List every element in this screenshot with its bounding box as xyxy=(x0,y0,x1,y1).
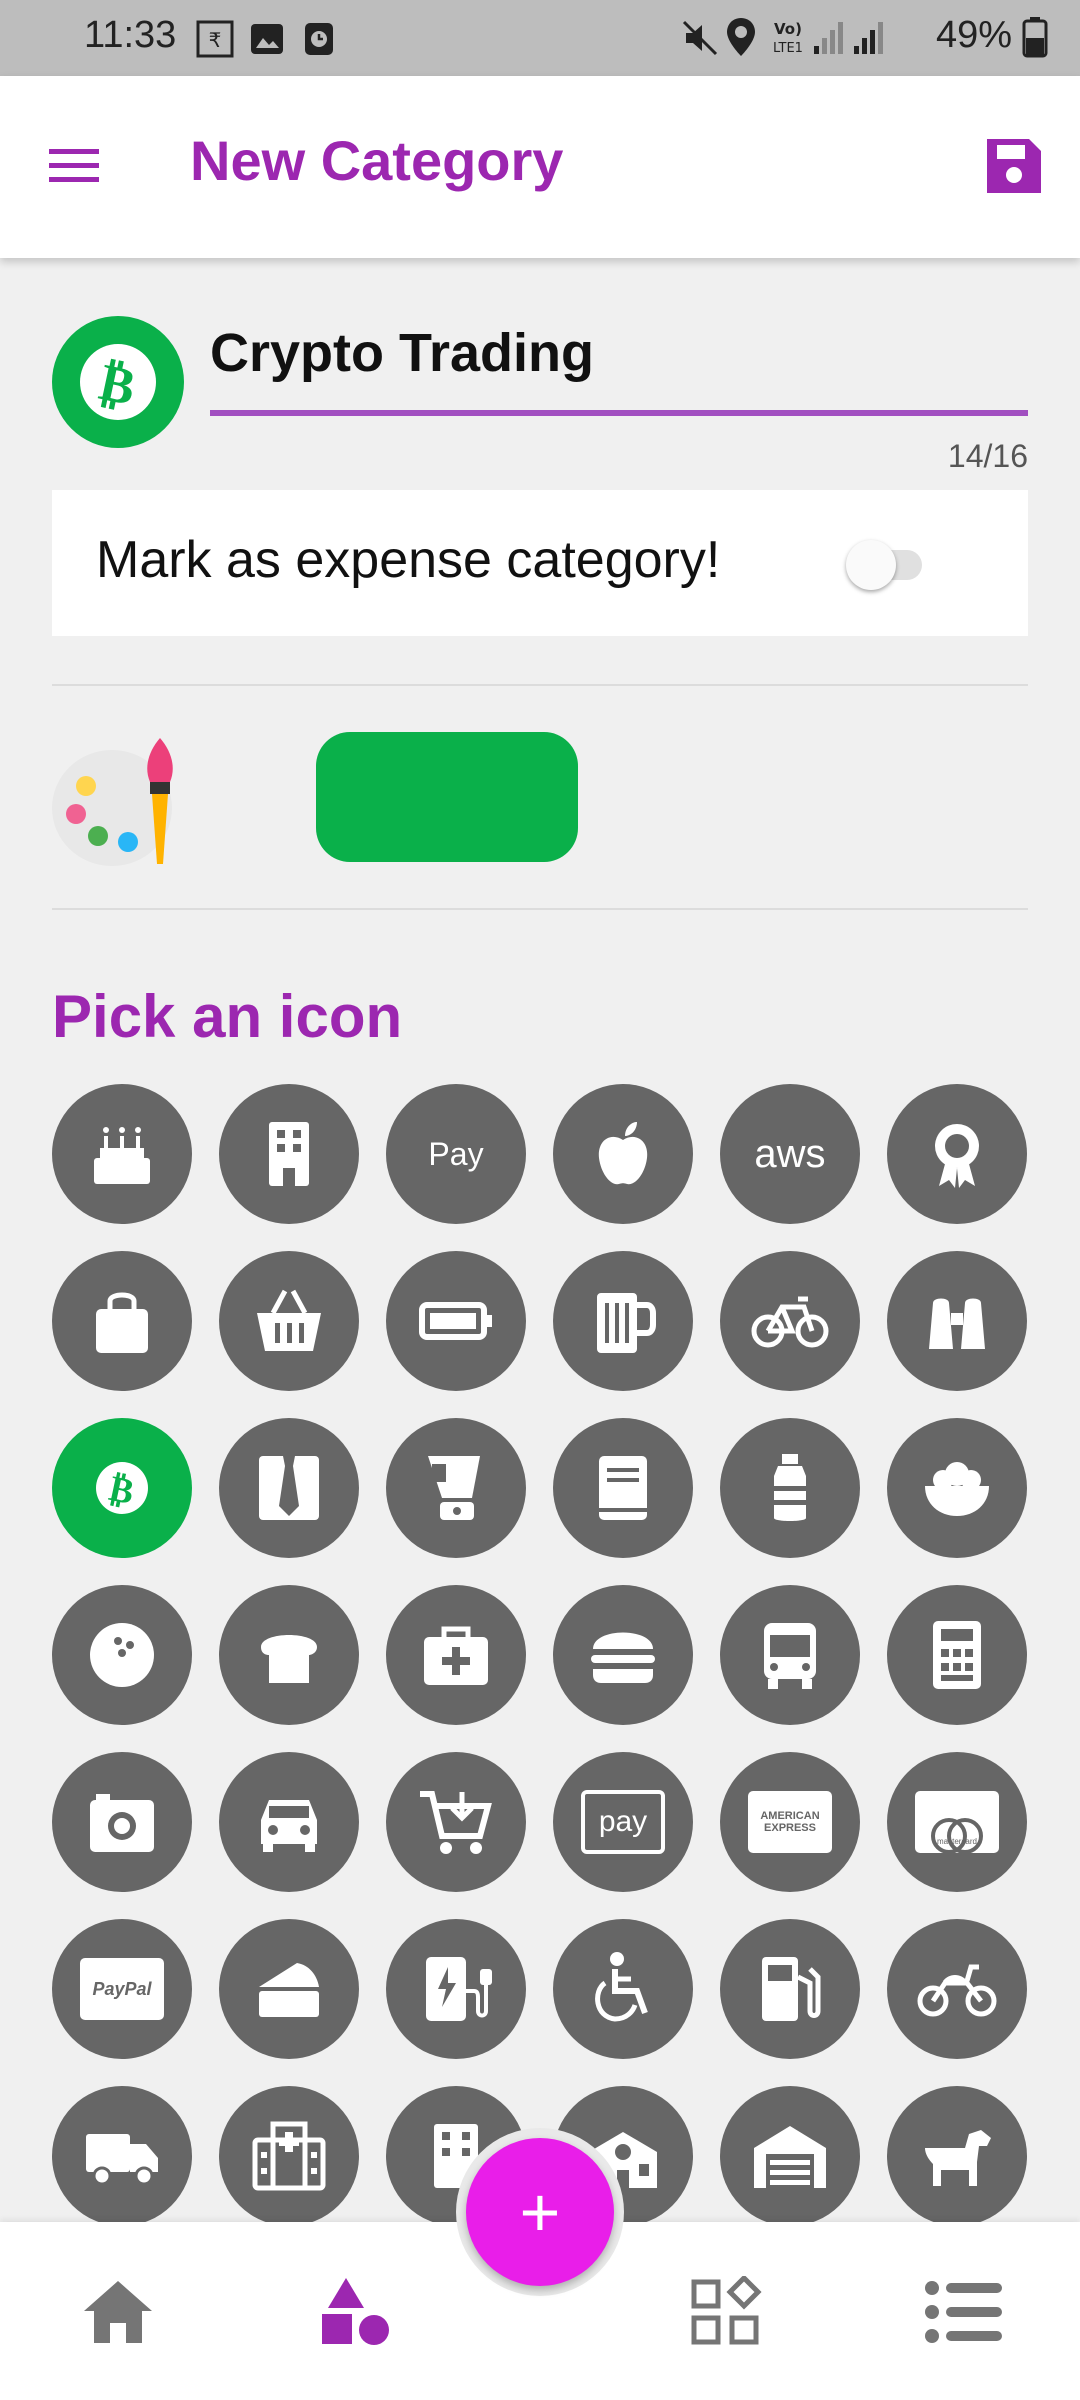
volte-icon: Vo) LTE1 xyxy=(773,20,803,56)
nav-dashboard[interactable] xyxy=(676,2262,776,2362)
signal-icon-2 xyxy=(854,22,883,54)
mastercard-icon[interactable]: mastercard xyxy=(887,1752,1027,1892)
divider xyxy=(52,908,1028,910)
menu-button[interactable] xyxy=(36,128,112,204)
binoculars-icon[interactable] xyxy=(887,1251,1027,1391)
rupee-icon: ₹ xyxy=(196,20,234,58)
status-bar: 11:33 ₹ Vo) LTE1 49% xyxy=(0,0,1080,76)
clock-icon xyxy=(305,23,333,55)
motorcycle-icon[interactable] xyxy=(887,1919,1027,2059)
building-icon[interactable] xyxy=(219,1084,359,1224)
bicycle-icon[interactable] xyxy=(720,1251,860,1391)
garage-icon[interactable] xyxy=(720,2086,860,2222)
charging-station-icon[interactable] xyxy=(386,1919,526,2059)
character-counter: 14/16 xyxy=(947,438,1028,474)
list-icon xyxy=(925,2281,1002,2343)
icon-grid: Pay aws ₿ pay AMERICAN EXPRESS mastercar… xyxy=(52,1084,1032,2222)
book-icon[interactable] xyxy=(553,1418,693,1558)
home-icon xyxy=(84,2281,152,2343)
bitcoin-icon: ₿ xyxy=(80,344,156,420)
status-notification-icons: ₹ xyxy=(196,20,338,58)
grid-icon xyxy=(691,2276,762,2345)
gas-pump-icon[interactable] xyxy=(720,1919,860,2059)
bitcoin-icon[interactable]: ₿ xyxy=(52,1418,192,1558)
amex-label: AMERICAN EXPRESS xyxy=(760,1810,820,1834)
signal-icon xyxy=(814,22,843,54)
amazon-pay-card: pay xyxy=(581,1790,665,1854)
blender-icon[interactable] xyxy=(386,1418,526,1558)
mute-icon xyxy=(682,20,718,56)
page-title: New Category xyxy=(190,129,564,192)
menu-icon xyxy=(49,149,99,182)
paypal-card: PayPal xyxy=(80,1958,164,2020)
truck-icon[interactable] xyxy=(52,2086,192,2222)
apple-icon[interactable] xyxy=(553,1084,693,1224)
shopping-basket-icon[interactable] xyxy=(219,1251,359,1391)
pick-icon-heading: Pick an icon xyxy=(52,983,403,1050)
nav-categories[interactable] xyxy=(304,2262,404,2362)
battery-icon xyxy=(1022,17,1048,58)
category-form: ₿ Crypto Trading 14/16 Mark as expense c… xyxy=(0,262,1080,2222)
name-input-underline xyxy=(210,410,1028,416)
gallery-icon xyxy=(251,24,283,54)
camera-icon[interactable] xyxy=(52,1752,192,1892)
bowling-ball-icon[interactable] xyxy=(52,1585,192,1725)
category-name-input[interactable]: Crypto Trading xyxy=(210,322,594,384)
save-icon xyxy=(987,139,1041,193)
status-time: 11:33 xyxy=(84,14,177,56)
svg-text:₹: ₹ xyxy=(209,28,222,52)
app-bar: New Category xyxy=(0,76,1080,258)
wheelchair-icon[interactable] xyxy=(553,1919,693,2059)
mastercard-card: mastercard xyxy=(915,1791,999,1854)
shopping-bag-icon[interactable] xyxy=(52,1251,192,1391)
switch-thumb xyxy=(846,540,896,590)
paypal-icon[interactable]: PayPal xyxy=(52,1919,192,2059)
nav-home[interactable] xyxy=(68,2262,168,2362)
save-button[interactable] xyxy=(978,130,1050,202)
apple-pay-icon[interactable]: Pay xyxy=(386,1084,526,1224)
cheese-icon[interactable] xyxy=(219,1919,359,2059)
aws-icon[interactable]: aws xyxy=(720,1084,860,1224)
shapes-icon xyxy=(322,2278,389,2345)
first-aid-kit-icon[interactable] xyxy=(386,1585,526,1725)
apple-pay-label: Pay xyxy=(428,1135,484,1172)
amex-card: AMERICAN EXPRESS xyxy=(748,1791,832,1853)
divider xyxy=(52,684,1028,686)
car-icon[interactable] xyxy=(219,1752,359,1892)
beer-mug-icon[interactable] xyxy=(553,1251,693,1391)
plus-icon: + xyxy=(519,2173,561,2251)
hamburger-icon[interactable] xyxy=(553,1585,693,1725)
birthday-cake-icon[interactable] xyxy=(52,1084,192,1224)
cart-download-icon[interactable] xyxy=(386,1752,526,1892)
amazon-pay-icon[interactable]: pay xyxy=(553,1752,693,1892)
category-icon-preview[interactable]: ₿ xyxy=(52,316,184,448)
bowl-icon[interactable] xyxy=(887,1418,1027,1558)
paypal-label: PayPal xyxy=(92,1978,152,1999)
selected-color-swatch[interactable] xyxy=(316,732,578,862)
dog-icon[interactable] xyxy=(887,2086,1027,2222)
color-picker-button[interactable] xyxy=(52,728,192,868)
battery-icon[interactable] xyxy=(386,1251,526,1391)
american-express-icon[interactable]: AMERICAN EXPRESS xyxy=(720,1752,860,1892)
expense-toggle-label: Mark as expense category! xyxy=(96,531,721,589)
battery-percent: 49% xyxy=(935,14,1012,56)
svg-text:LTE1: LTE1 xyxy=(773,41,803,56)
nav-list[interactable] xyxy=(914,2262,1014,2362)
calculator-icon[interactable] xyxy=(887,1585,1027,1725)
award-icon[interactable] xyxy=(887,1084,1027,1224)
bottle-icon[interactable] xyxy=(720,1418,860,1558)
hospital-icon[interactable] xyxy=(219,2086,359,2222)
bus-icon[interactable] xyxy=(720,1585,860,1725)
expense-toggle-row[interactable]: Mark as expense category! xyxy=(52,490,1028,636)
tie-icon[interactable] xyxy=(219,1418,359,1558)
amazon-pay-label: pay xyxy=(598,1805,648,1838)
location-icon xyxy=(727,18,755,56)
aws-label: aws xyxy=(754,1131,826,1176)
palette-brush-icon xyxy=(52,738,173,866)
add-fab-button[interactable]: + xyxy=(466,2138,614,2286)
bread-icon[interactable] xyxy=(219,1585,359,1725)
svg-text:Vo): Vo) xyxy=(774,20,802,38)
expense-switch[interactable] xyxy=(846,534,922,594)
mastercard-label: mastercard xyxy=(936,1837,977,1846)
